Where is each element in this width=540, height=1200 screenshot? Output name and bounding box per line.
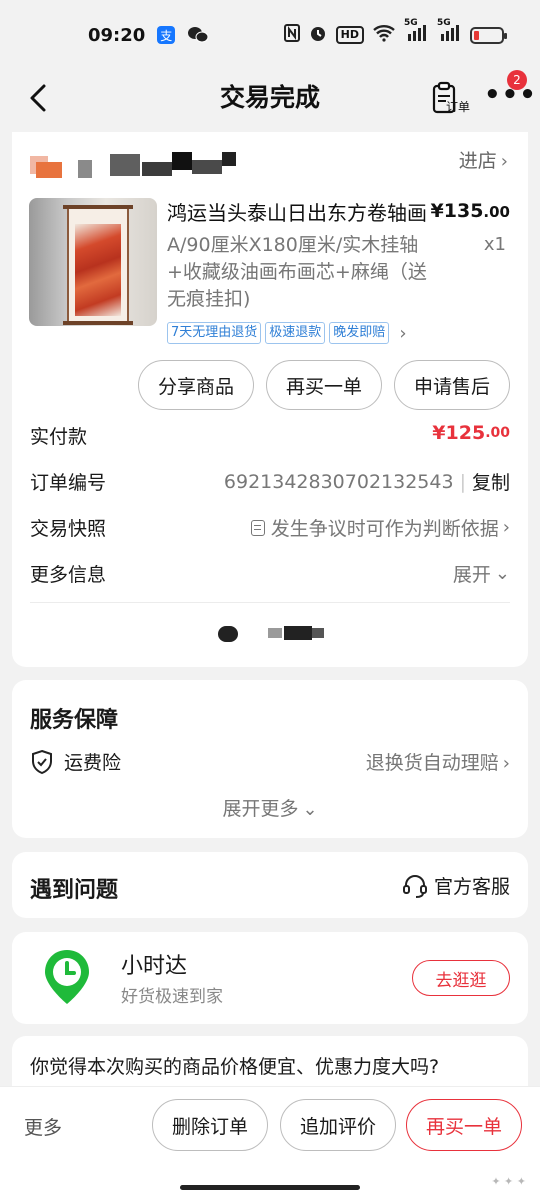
watermark: ✦ ✦ ✦ [491, 1175, 526, 1188]
order-label[interactable]: 订单 [446, 98, 470, 115]
promo-name: 小时达 [121, 954, 188, 979]
insurance-desc[interactable]: 退换货自动理赔 › [366, 748, 510, 775]
product-spec: A/90厘米X180厘米/实木挂轴+收藏级油画布画芯+麻绳（送无痕挂扣) [167, 234, 427, 310]
tag-return: 7天无理由退货 [167, 322, 262, 344]
chevron-down-icon: ⌄ [302, 799, 318, 820]
action-buttons: 分享商品 再买一单 申请售后 [138, 360, 510, 410]
shipping-insurance-row[interactable]: 运费险 退换货自动理赔 › [30, 748, 510, 778]
status-bar: 09:20 支 HD 5G 5G [0, 0, 540, 70]
snapshot-label: 交易快照 [30, 518, 107, 540]
more-dots-icon[interactable]: ••• [484, 82, 537, 108]
paid-label: 实付款 [30, 426, 88, 448]
shield-check-icon [32, 749, 52, 774]
home-indicator[interactable] [180, 1185, 360, 1190]
nfc-icon [283, 24, 300, 46]
product-thumbnail[interactable] [29, 198, 157, 326]
paid-amount: ¥125.00 [432, 422, 510, 444]
paid-row: 实付款 ¥125.00 [30, 422, 510, 452]
share-product-button[interactable]: 分享商品 [138, 360, 254, 410]
go-shopping-button[interactable]: 去逛逛 [412, 960, 510, 996]
store-name-obscured [30, 150, 250, 178]
product-title[interactable]: 鸿运当头泰山日出东方卷轴画 [167, 198, 427, 228]
notification-badge: 2 [507, 70, 527, 90]
more-button[interactable]: 更多 [24, 1113, 62, 1140]
delete-order-button[interactable]: 删除订单 [152, 1099, 268, 1151]
expand-toggle[interactable]: 展开 ⌄ [453, 560, 510, 587]
snapshot-row[interactable]: 交易快照 发生争议时可作为判断依据 › [30, 514, 510, 544]
expand-more-button[interactable]: 展开更多 ⌄ [12, 794, 528, 821]
store-row[interactable]: 进店 › [30, 144, 510, 180]
chevron-right-icon: › [502, 753, 510, 774]
service-card: 服务保障 运费险 退换货自动理赔 › 展开更多 ⌄ [12, 680, 528, 838]
survey-question: 你觉得本次购买的商品价格便宜、优惠力度大吗? [30, 1056, 440, 1078]
service-title: 服务保障 [30, 708, 119, 733]
nav-bar: 交易完成 订单 ••• 2 [0, 70, 540, 132]
insurance-label: 运费险 [64, 752, 122, 774]
more-info-label: 更多信息 [30, 564, 107, 586]
enter-store-link[interactable]: 进店 › [459, 146, 508, 173]
alarm-icon [309, 24, 327, 46]
customer-service-button[interactable]: 官方客服 [402, 872, 510, 899]
product-price: ¥135.00 [430, 200, 510, 222]
add-review-button[interactable]: 追加评价 [280, 1099, 396, 1151]
5g-signal-icon: 5G [437, 18, 461, 46]
divider [30, 602, 510, 603]
chevron-right-icon: › [502, 517, 510, 538]
chevron-right-icon: › [399, 322, 407, 344]
alipay-icon: 支 [157, 26, 176, 44]
rebuy-bottom-button[interactable]: 再买一单 [406, 1099, 522, 1151]
after-sale-button[interactable]: 申请售后 [394, 360, 510, 410]
scroll-painting-image [63, 205, 133, 325]
order-number-label: 订单编号 [30, 472, 107, 494]
document-icon [250, 519, 265, 536]
more-info-row[interactable]: 更多信息 展开 ⌄ [30, 560, 510, 590]
status-time: 09:20 [88, 24, 146, 46]
chevron-down-icon: ⌄ [494, 563, 510, 584]
promo-subtitle: 好货极速到家 [121, 987, 223, 1007]
promo-card[interactable]: 小时达 好货极速到家 去逛逛 [12, 932, 528, 1024]
problem-card: 遇到问题 官方客服 [12, 852, 528, 918]
battery-icon [470, 26, 507, 44]
order-number: 6921342830702132543 | 复制 [224, 468, 510, 495]
service-tags[interactable]: 7天无理由退货 极速退款 晚发即赔 › [167, 322, 407, 344]
order-card: 进店 › 鸿运当头泰山日出东方卷轴画 ¥135.00 A/90厘米X180厘米/实… [12, 132, 528, 667]
product-qty: x1 [483, 234, 506, 255]
hourly-delivery-logo-icon [45, 950, 89, 1004]
hd-icon: HD [335, 26, 364, 44]
headset-icon [402, 874, 427, 898]
snapshot-link[interactable]: 发生争议时可作为判断依据 › [250, 514, 510, 541]
obscured-footer [218, 624, 328, 644]
bottom-action-bar: 更多 删除订单 追加评价 再买一单 ✦ ✦ ✦ [0, 1086, 540, 1200]
tag-refund: 极速退款 [265, 322, 326, 344]
problem-title: 遇到问题 [30, 878, 119, 903]
wechat-icon [187, 26, 209, 44]
wifi-icon [373, 24, 395, 46]
order-number-row: 订单编号 6921342830702132543 | 复制 [30, 468, 510, 498]
rebuy-button[interactable]: 再买一单 [266, 360, 382, 410]
copy-button[interactable]: 复制 [472, 468, 510, 495]
5g-signal-icon: 5G [404, 18, 428, 46]
tag-late-compensation: 晚发即赔 [329, 322, 390, 344]
chevron-right-icon: › [500, 151, 508, 172]
